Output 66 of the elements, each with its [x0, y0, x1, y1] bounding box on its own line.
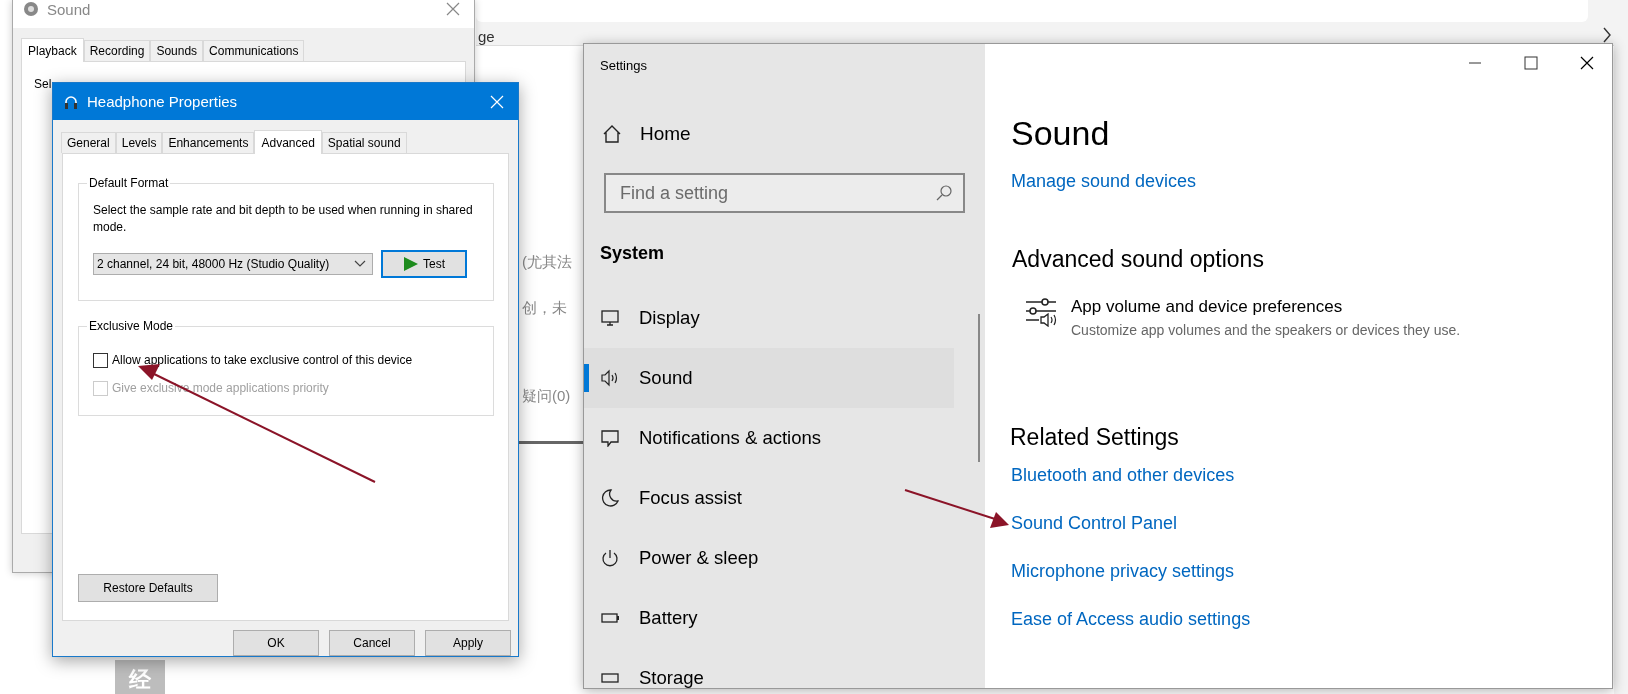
nav-item[interactable]: Display	[584, 288, 954, 348]
window-title: Headphone Properties	[87, 93, 239, 110]
instruction-text: Sel	[34, 77, 52, 91]
tab[interactable]: Playback	[21, 38, 84, 62]
window-title: Sound	[47, 0, 92, 18]
checkbox-label: Allow applications to take exclusive control of this device	[112, 353, 413, 367]
link[interactable]: Ease of Access audio settings	[1011, 609, 1251, 630]
chevron-down-icon	[354, 260, 366, 268]
sliders-speaker-icon	[1025, 297, 1057, 327]
link[interactable]: Manage sound devices	[1011, 171, 1197, 192]
group-label: Exclusive Mode	[88, 319, 175, 333]
moon-icon	[601, 489, 619, 507]
tab[interactable]: General	[61, 132, 116, 153]
nav-item[interactable]: Focus assist	[584, 468, 954, 528]
nav-item[interactable]: Storage	[584, 648, 954, 688]
speaker-icon	[23, 1, 39, 17]
nav-item[interactable]: Power & sleep	[584, 528, 954, 588]
chevron-right-icon	[1602, 27, 1612, 43]
speaker-icon	[601, 369, 619, 387]
search-icon	[935, 184, 953, 202]
app-volume-link[interactable]: App volume and device preferences Customize app volumes and the speakers or devices they use.	[1071, 297, 1461, 338]
link[interactable]: Bluetooth and other devices	[1011, 465, 1235, 486]
selection-indicator	[584, 364, 589, 392]
play-icon	[403, 256, 419, 272]
speech-bubble-icon	[601, 429, 619, 447]
tab[interactable]: Enhancements	[162, 132, 255, 153]
headphones-icon	[63, 93, 79, 110]
close-icon	[1580, 56, 1594, 70]
close-icon	[490, 94, 504, 109]
tab[interactable]: Levels	[115, 132, 163, 153]
test-button[interactable]: Test	[381, 250, 467, 278]
restore-defaults-button[interactable]: Restore Defaults	[78, 574, 218, 602]
dialog-button[interactable]: Apply	[425, 630, 511, 656]
link[interactable]: Sound Control Panel	[1011, 513, 1178, 534]
group-label: Default Format	[88, 176, 170, 190]
checkbox[interactable]	[93, 352, 108, 368]
tab[interactable]: Sounds	[150, 40, 204, 61]
link[interactable]: Microphone privacy settings	[1011, 561, 1235, 582]
page-label: 经	[115, 660, 165, 694]
maximize-icon	[1524, 56, 1538, 70]
format-dropdown[interactable]: 2 channel, 24 bit, 48000 Hz (Studio Quality)	[93, 253, 373, 275]
power-icon	[601, 549, 619, 567]
home-icon	[602, 124, 622, 144]
home-link[interactable]: Home	[602, 123, 985, 145]
section-heading: Advanced sound options	[1012, 246, 1265, 273]
description-text: Select the sample rate and bit depth to be used when running in shared mode.	[93, 202, 474, 236]
tab[interactable]: Advanced	[254, 130, 322, 154]
section-heading: Related Settings	[1010, 424, 1180, 451]
page-text: 创，未	[522, 299, 567, 318]
nav-item[interactable]: Notifications & actions	[584, 408, 954, 468]
dialog-button[interactable]: OK	[233, 630, 319, 656]
monitor-icon	[601, 309, 619, 327]
tab[interactable]: Spatial sound	[321, 132, 407, 153]
page-text: 疑问(0)	[522, 387, 571, 406]
section-heading: System	[600, 243, 666, 264]
nav-item[interactable]: Battery	[584, 588, 954, 648]
dialog-button[interactable]: Cancel	[329, 630, 415, 656]
close-icon	[446, 2, 460, 16]
search-field[interactable]: Find a setting	[604, 173, 965, 213]
page-text: (尤其法	[522, 253, 572, 272]
page-title: Sound	[1011, 114, 1111, 153]
window-title: Settings	[600, 58, 648, 73]
tab-title[interactable]: ge	[478, 27, 495, 45]
tab[interactable]: Communications	[203, 40, 305, 61]
nav-item[interactable]: Sound	[584, 348, 954, 408]
tab[interactable]: Recording	[83, 40, 151, 61]
